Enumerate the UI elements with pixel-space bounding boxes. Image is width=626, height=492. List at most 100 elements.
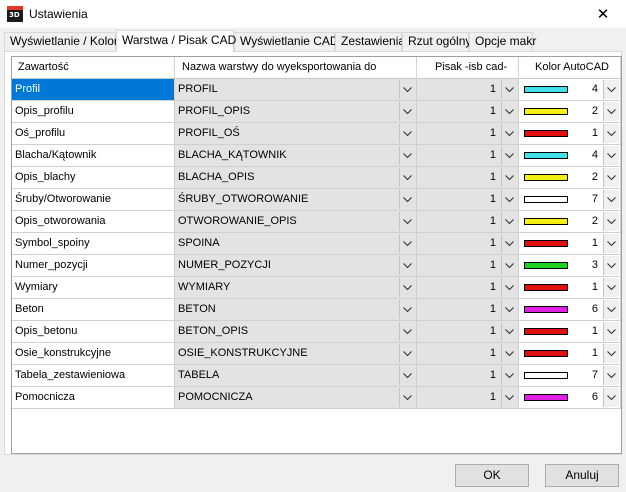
autocad-color-combo[interactable]: 2 xyxy=(519,101,621,123)
chevron-down-icon[interactable] xyxy=(603,344,619,363)
layer-name-combo[interactable]: BLACHA_OPIS xyxy=(175,167,417,189)
chevron-down-icon[interactable] xyxy=(603,300,619,319)
autocad-color-combo[interactable]: 1 xyxy=(519,233,621,255)
layer-name-combo[interactable]: WYMIARY xyxy=(175,277,417,299)
chevron-down-icon[interactable] xyxy=(399,278,415,297)
cancel-button[interactable]: Anuluj xyxy=(545,464,619,487)
chevron-down-icon[interactable] xyxy=(603,80,619,99)
autocad-color-combo[interactable]: 4 xyxy=(519,145,621,167)
autocad-color-combo[interactable]: 1 xyxy=(519,277,621,299)
pen-combo[interactable]: 1 xyxy=(417,123,519,145)
chevron-down-icon[interactable] xyxy=(603,278,619,297)
chevron-down-icon[interactable] xyxy=(399,190,415,209)
autocad-color-combo[interactable]: 4 xyxy=(519,79,621,101)
chevron-down-icon[interactable] xyxy=(399,300,415,319)
pen-combo[interactable]: 1 xyxy=(417,255,519,277)
content-cell[interactable]: Śruby/Otworowanie xyxy=(12,189,175,211)
chevron-down-icon[interactable] xyxy=(399,234,415,253)
chevron-down-icon[interactable] xyxy=(399,388,415,407)
chevron-down-icon[interactable] xyxy=(501,322,517,341)
chevron-down-icon[interactable] xyxy=(399,366,415,385)
chevron-down-icon[interactable] xyxy=(501,234,517,253)
layer-name-combo[interactable]: PROFIL_OŚ xyxy=(175,123,417,145)
chevron-down-icon[interactable] xyxy=(501,278,517,297)
chevron-down-icon[interactable] xyxy=(501,80,517,99)
chevron-down-icon[interactable] xyxy=(399,168,415,187)
chevron-down-icon[interactable] xyxy=(501,344,517,363)
chevron-down-icon[interactable] xyxy=(501,190,517,209)
tab-opcje-makr[interactable]: Opcje makr xyxy=(469,32,536,51)
layer-name-combo[interactable]: SPOINA xyxy=(175,233,417,255)
pen-combo[interactable]: 1 xyxy=(417,233,519,255)
chevron-down-icon[interactable] xyxy=(399,80,415,99)
autocad-color-combo[interactable]: 2 xyxy=(519,167,621,189)
pen-combo[interactable]: 1 xyxy=(417,277,519,299)
chevron-down-icon[interactable] xyxy=(501,212,517,231)
chevron-down-icon[interactable] xyxy=(603,102,619,121)
layer-name-combo[interactable]: BETON xyxy=(175,299,417,321)
autocad-color-combo[interactable]: 1 xyxy=(519,321,621,343)
chevron-down-icon[interactable] xyxy=(501,146,517,165)
pen-combo[interactable]: 1 xyxy=(417,79,519,101)
tab-zestawienia[interactable]: Zestawienia xyxy=(335,32,405,51)
chevron-down-icon[interactable] xyxy=(603,322,619,341)
chevron-down-icon[interactable] xyxy=(501,256,517,275)
autocad-color-combo[interactable]: 7 xyxy=(519,365,621,387)
layer-name-combo[interactable]: ŚRUBY_OTWOROWANIE xyxy=(175,189,417,211)
chevron-down-icon[interactable] xyxy=(501,168,517,187)
autocad-color-combo[interactable]: 6 xyxy=(519,299,621,321)
content-cell[interactable]: Wymiary xyxy=(12,277,175,299)
tab-wyswietlanie-cad[interactable]: Wyświetlanie CAD xyxy=(234,32,339,51)
layer-name-combo[interactable]: PROFIL_OPIS xyxy=(175,101,417,123)
pen-combo[interactable]: 1 xyxy=(417,189,519,211)
content-cell[interactable]: Beton xyxy=(12,299,175,321)
chevron-down-icon[interactable] xyxy=(603,146,619,165)
chevron-down-icon[interactable] xyxy=(501,124,517,143)
pen-combo[interactable]: 1 xyxy=(417,365,519,387)
autocad-color-combo[interactable]: 6 xyxy=(519,387,621,409)
autocad-color-combo[interactable]: 1 xyxy=(519,123,621,145)
chevron-down-icon[interactable] xyxy=(501,102,517,121)
layer-name-combo[interactable]: OTWOROWANIE_OPIS xyxy=(175,211,417,233)
layer-name-combo[interactable]: BETON_OPIS xyxy=(175,321,417,343)
content-cell[interactable]: Opis_profilu xyxy=(12,101,175,123)
content-cell[interactable]: Tabela_zestawieniowa xyxy=(12,365,175,387)
chevron-down-icon[interactable] xyxy=(603,234,619,253)
content-cell[interactable]: Symbol_spoiny xyxy=(12,233,175,255)
chevron-down-icon[interactable] xyxy=(603,190,619,209)
autocad-color-combo[interactable]: 2 xyxy=(519,211,621,233)
pen-combo[interactable]: 1 xyxy=(417,211,519,233)
close-button[interactable]: ✕ xyxy=(580,0,626,28)
chevron-down-icon[interactable] xyxy=(399,212,415,231)
layer-name-combo[interactable]: POMOCNICZA xyxy=(175,387,417,409)
layer-name-combo[interactable]: NUMER_POZYCJI xyxy=(175,255,417,277)
header-pisak[interactable]: Pisak -isb cad- xyxy=(417,57,519,79)
pen-combo[interactable]: 1 xyxy=(417,145,519,167)
content-cell[interactable]: Pomocnicza xyxy=(12,387,175,409)
pen-combo[interactable]: 1 xyxy=(417,343,519,365)
chevron-down-icon[interactable] xyxy=(603,212,619,231)
chevron-down-icon[interactable] xyxy=(399,146,415,165)
ok-button[interactable]: OK xyxy=(455,464,529,487)
chevron-down-icon[interactable] xyxy=(501,300,517,319)
layer-name-combo[interactable]: BLACHA_KĄTOWNIK xyxy=(175,145,417,167)
content-cell[interactable]: Opis_betonu xyxy=(12,321,175,343)
content-cell[interactable]: Blacha/Kątownik xyxy=(12,145,175,167)
chevron-down-icon[interactable] xyxy=(501,366,517,385)
tab-warstwa-pisak-cad[interactable]: Warstwa / Pisak CAD xyxy=(116,30,236,52)
chevron-down-icon[interactable] xyxy=(399,256,415,275)
chevron-down-icon[interactable] xyxy=(603,256,619,275)
header-zawartosc[interactable]: Zawartość xyxy=(12,57,175,79)
tab-wyswietlanie-kolory[interactable]: Wyświetlanie / Kolory xyxy=(4,32,124,51)
chevron-down-icon[interactable] xyxy=(603,388,619,407)
autocad-color-combo[interactable]: 7 xyxy=(519,189,621,211)
content-cell[interactable]: Numer_pozycji xyxy=(12,255,175,277)
pen-combo[interactable]: 1 xyxy=(417,101,519,123)
autocad-color-combo[interactable]: 3 xyxy=(519,255,621,277)
layer-name-combo[interactable]: PROFIL xyxy=(175,79,417,101)
chevron-down-icon[interactable] xyxy=(399,124,415,143)
header-nazwa-warstwy[interactable]: Nazwa warstwy do wyeksportowania do xyxy=(175,57,417,79)
pen-combo[interactable]: 1 xyxy=(417,387,519,409)
tab-rzut-ogolny[interactable]: Rzut ogólny xyxy=(402,32,471,51)
pen-combo[interactable]: 1 xyxy=(417,299,519,321)
